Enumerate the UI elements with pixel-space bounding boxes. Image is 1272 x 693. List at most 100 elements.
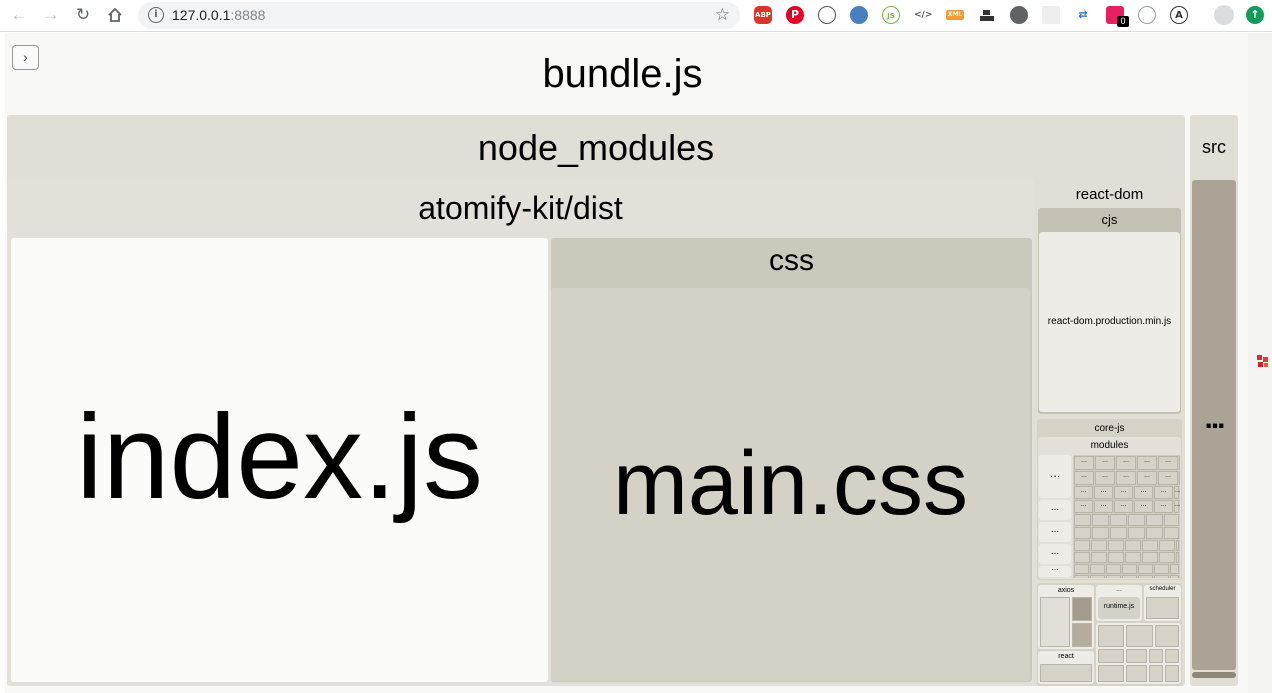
module-cell[interactable]	[1110, 514, 1127, 526]
module-cell[interactable]: ...	[1114, 500, 1133, 513]
forward-arrow-icon[interactable]: →	[40, 4, 62, 26]
module-cell[interactable]	[1128, 514, 1145, 526]
axios-cell[interactable]	[1072, 623, 1092, 647]
module-cell[interactable]	[1091, 540, 1107, 551]
letter-extension-icon[interactable]: A	[1170, 6, 1188, 24]
module-cell[interactable]: ...	[1074, 471, 1094, 485]
regenerator-group[interactable]: ... runtime.js	[1096, 585, 1142, 621]
pen-extension-icon[interactable]	[850, 6, 868, 24]
module-cell[interactable]	[1108, 540, 1124, 551]
react-group[interactable]: react	[1038, 651, 1094, 684]
module-cell[interactable]: ...	[1095, 456, 1115, 470]
module-cell[interactable]	[1106, 575, 1121, 578]
module-block[interactable]: ...	[1039, 544, 1071, 564]
main-css-block[interactable]: main.css	[551, 288, 1030, 681]
package-cell[interactable]	[1098, 625, 1124, 647]
module-cell[interactable]	[1122, 575, 1137, 578]
package-cell[interactable]	[1126, 625, 1153, 647]
axios-cell[interactable]	[1040, 597, 1070, 647]
module-cell[interactable]	[1138, 575, 1153, 578]
index-js-block[interactable]: index.js	[11, 238, 548, 682]
module-block[interactable]: ...	[1039, 522, 1071, 542]
misc-packages-group[interactable]	[1096, 623, 1181, 684]
xml-extension-icon[interactable]: XML	[946, 10, 964, 20]
module-cell[interactable]	[1122, 564, 1137, 574]
package-cell[interactable]	[1165, 649, 1179, 663]
src-bottom-block[interactable]	[1192, 672, 1236, 678]
module-cell[interactable]: ...	[1137, 471, 1157, 485]
module-block[interactable]: ...	[1039, 566, 1071, 577]
module-cell[interactable]	[1176, 552, 1179, 563]
module-cell[interactable]: ...	[1116, 471, 1136, 485]
skype-extension-icon[interactable]	[1010, 6, 1028, 24]
src-contents-block[interactable]: ...	[1192, 180, 1236, 670]
grid-extension-icon[interactable]	[1042, 6, 1060, 24]
module-cell[interactable]	[1125, 552, 1141, 563]
package-cell[interactable]	[1149, 665, 1163, 682]
module-cell[interactable]	[1159, 540, 1175, 551]
home-icon[interactable]	[104, 4, 126, 26]
module-cell[interactable]	[1154, 564, 1169, 574]
module-cell[interactable]	[1074, 575, 1089, 578]
module-cell[interactable]: ...	[1154, 500, 1173, 513]
module-cell[interactable]	[1142, 552, 1158, 563]
module-cell[interactable]: ...	[1094, 486, 1113, 499]
module-cell[interactable]	[1164, 527, 1179, 539]
package-cell[interactable]	[1149, 649, 1163, 663]
module-cell[interactable]: ...	[1095, 471, 1115, 485]
site-info-icon[interactable]: i	[148, 7, 164, 23]
module-block[interactable]: ...	[1039, 455, 1071, 498]
code-extension-icon[interactable]: </>	[914, 6, 932, 24]
module-cell[interactable]: ...	[1137, 456, 1157, 470]
module-cell[interactable]: ...	[1179, 456, 1180, 470]
adblock-icon[interactable]: ABP	[754, 6, 772, 24]
pinterest-icon[interactable]: P	[786, 6, 804, 24]
module-cell[interactable]	[1108, 552, 1124, 563]
module-cell[interactable]	[1074, 527, 1091, 539]
module-cell[interactable]: ...	[1154, 486, 1173, 499]
wheel-extension-icon[interactable]	[1138, 6, 1156, 24]
back-arrow-icon[interactable]: ←	[8, 4, 30, 26]
module-cell[interactable]	[1170, 575, 1179, 578]
package-cell[interactable]	[1126, 649, 1147, 663]
module-cell[interactable]	[1170, 564, 1179, 574]
module-cell[interactable]	[1092, 527, 1109, 539]
module-cell[interactable]	[1092, 514, 1109, 526]
layers-extension-icon[interactable]	[978, 6, 996, 24]
module-cell[interactable]	[1146, 527, 1163, 539]
module-cell[interactable]	[1154, 575, 1169, 578]
package-cell[interactable]	[1098, 665, 1124, 682]
module-cell[interactable]	[1090, 575, 1105, 578]
module-cell[interactable]	[1142, 540, 1158, 551]
bookmark-star-icon[interactable]: ☆	[715, 5, 730, 25]
package-cell[interactable]	[1098, 649, 1124, 663]
module-cell[interactable]	[1090, 564, 1105, 574]
module-cell[interactable]: ...	[1179, 471, 1180, 485]
scheduler-group[interactable]: scheduler	[1144, 585, 1181, 621]
json-extension-icon[interactable]: JS	[882, 6, 900, 24]
module-cell[interactable]	[1125, 540, 1141, 551]
package-cell[interactable]	[1126, 665, 1147, 682]
profile-avatar[interactable]	[1214, 5, 1234, 25]
module-cell[interactable]: ...	[1094, 500, 1113, 513]
module-cell[interactable]: ...	[1116, 456, 1136, 470]
module-cell[interactable]: ...	[1074, 500, 1093, 513]
react-dom-production-block[interactable]: react-dom.production.min.js	[1039, 232, 1180, 412]
package-cell[interactable]	[1155, 625, 1179, 647]
module-cell[interactable]	[1074, 540, 1090, 551]
circle-extension-icon[interactable]	[818, 6, 836, 24]
react-cell[interactable]	[1040, 664, 1092, 682]
axios-cell[interactable]	[1072, 597, 1092, 621]
module-cell[interactable]	[1074, 552, 1090, 563]
module-cell[interactable]: ...	[1174, 486, 1180, 499]
package-cell[interactable]	[1165, 665, 1179, 682]
address-bar[interactable]: i 127.0.0.1:8888 ☆	[138, 2, 740, 29]
module-cell[interactable]	[1074, 514, 1091, 526]
module-cell[interactable]: ...	[1158, 456, 1178, 470]
reload-icon[interactable]: ↻	[72, 4, 94, 26]
module-cell[interactable]: ...	[1134, 500, 1153, 513]
modules-grid[interactable]: ........................................…	[1073, 455, 1180, 578]
update-icon[interactable]: ↑	[1246, 6, 1264, 24]
scheduler-cell[interactable]	[1146, 597, 1179, 619]
module-cell[interactable]	[1164, 514, 1179, 526]
